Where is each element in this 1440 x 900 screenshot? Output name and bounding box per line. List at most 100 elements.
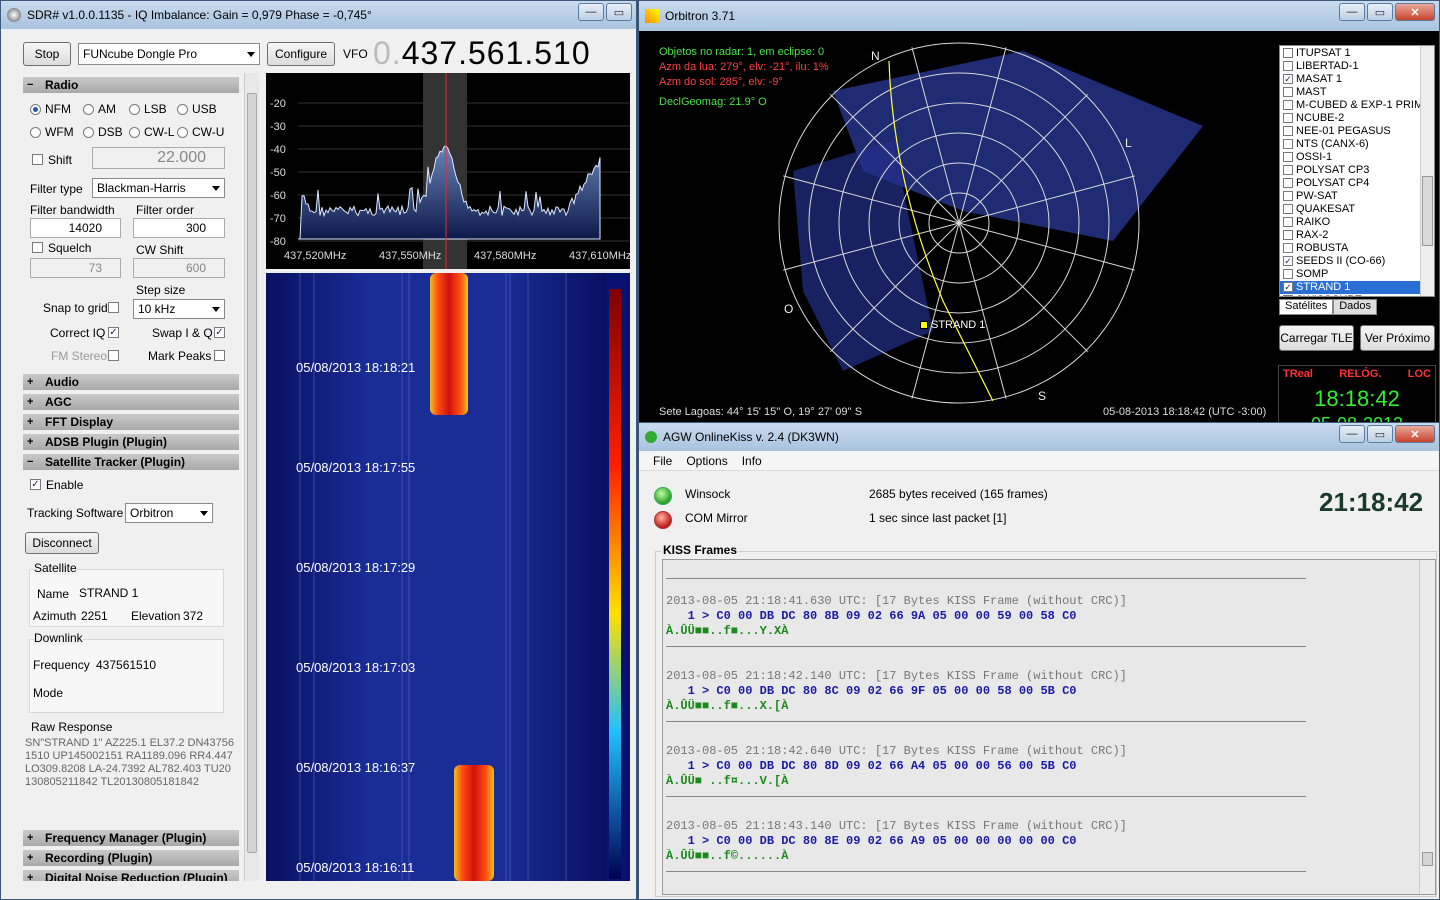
minimize-button[interactable]: — bbox=[578, 3, 604, 21]
maximize-button[interactable]: ▭ bbox=[606, 3, 632, 21]
satellite-checkbox[interactable] bbox=[1283, 243, 1293, 253]
satellite-checkbox[interactable] bbox=[1283, 113, 1293, 123]
mode-radio-lsb[interactable] bbox=[129, 104, 140, 115]
satellite-list-item[interactable]: ITUPSAT 1 bbox=[1280, 47, 1420, 60]
squelch-checkbox[interactable] bbox=[32, 242, 43, 253]
satellite-checkbox[interactable] bbox=[1283, 152, 1293, 162]
satellite-list-item[interactable]: RAX-2 bbox=[1280, 229, 1420, 242]
configure-button[interactable]: Configure bbox=[267, 42, 335, 66]
satellite-list-item[interactable]: M-CUBED & EXP-1 PRIM bbox=[1280, 99, 1420, 112]
kiss-frames-log[interactable]: 2013-08-05 21:18:41.630 UTC: [17 Bytes K… bbox=[662, 559, 1436, 895]
satellite-list-item[interactable]: SEEDS II (CO-66) bbox=[1280, 255, 1420, 268]
tab-satelites[interactable]: Satélites bbox=[1279, 299, 1334, 315]
satellite-list-item[interactable]: SOMP bbox=[1280, 268, 1420, 281]
satellite-list-item[interactable]: STRAND 1 bbox=[1280, 281, 1420, 294]
filter-bandwidth-input[interactable]: 14020 bbox=[30, 218, 121, 238]
mode-radio-cw-u[interactable] bbox=[177, 127, 188, 138]
satellite-checkbox[interactable] bbox=[1283, 178, 1293, 188]
stop-button[interactable]: Stop bbox=[23, 42, 71, 66]
squelch-input[interactable]: 73 bbox=[30, 258, 121, 278]
next-pass-button[interactable]: Ver Próximo bbox=[1360, 325, 1435, 351]
satellite-list-item[interactable]: RAIKO bbox=[1280, 216, 1420, 229]
section-audio[interactable]: + Audio bbox=[23, 374, 239, 390]
maximize-button[interactable]: ▭ bbox=[1367, 425, 1393, 443]
mark-peaks-checkbox[interactable] bbox=[214, 350, 225, 361]
section-frequency-manager-plugin-[interactable]: + Frequency Manager (Plugin) bbox=[23, 830, 239, 846]
section-agc[interactable]: + AGC bbox=[23, 394, 239, 410]
left-panel-scrollbar[interactable] bbox=[244, 73, 259, 881]
cw-shift-input[interactable]: 600 bbox=[133, 258, 225, 278]
satellite-list-item[interactable]: NTS (CANX-6) bbox=[1280, 138, 1420, 151]
waterfall-view[interactable]: 05/08/2013 18:18:21 05/08/2013 18:17:55 05… bbox=[266, 273, 630, 881]
relog-label[interactable]: RELÓG. bbox=[1339, 368, 1381, 380]
step-size-select[interactable]: 10 kHz bbox=[133, 299, 225, 319]
satellite-list-item[interactable]: LIBERTAD-1 bbox=[1280, 60, 1420, 73]
close-button[interactable]: ✕ bbox=[1395, 425, 1435, 443]
spectrum-view[interactable]: -20 -30 -40 -50 -60 -70 -80 437,520MHz 437,550MH… bbox=[266, 73, 631, 269]
satellite-checkbox[interactable] bbox=[1283, 126, 1293, 136]
section-digital-noise-reduction-plugin-[interactable]: + Digital Noise Reduction (Plugin) bbox=[23, 870, 239, 881]
satellite-list-scrollbar[interactable] bbox=[1420, 46, 1434, 296]
mode-radio-dsb[interactable] bbox=[83, 127, 94, 138]
shift-input[interactable]: 22.000 bbox=[92, 147, 225, 169]
enable-checkbox[interactable] bbox=[30, 479, 41, 490]
disconnect-button[interactable]: Disconnect bbox=[25, 532, 99, 554]
minimize-button[interactable]: — bbox=[1339, 425, 1365, 443]
satellite-checkbox[interactable] bbox=[1283, 87, 1293, 97]
satellite-list-item[interactable]: NCUBE-2 bbox=[1280, 112, 1420, 125]
minimize-button[interactable]: — bbox=[1339, 3, 1365, 21]
correct-iq-checkbox[interactable] bbox=[108, 327, 119, 338]
menu-file[interactable]: File bbox=[653, 454, 672, 468]
satellite-list-item[interactable]: MAST bbox=[1280, 86, 1420, 99]
fm-stereo-checkbox[interactable] bbox=[108, 350, 119, 361]
filter-order-input[interactable]: 300 bbox=[133, 218, 225, 238]
satellite-list[interactable]: ITUPSAT 1LIBERTAD-1MASAT 1MASTM-CUBED & … bbox=[1279, 45, 1435, 297]
satellite-checkbox[interactable] bbox=[1283, 256, 1293, 266]
tracking-software-select[interactable]: Orbitron bbox=[125, 503, 213, 523]
satellite-checkbox[interactable] bbox=[1283, 48, 1293, 58]
satellite-checkbox[interactable] bbox=[1283, 74, 1293, 84]
kiss-log-scrollbar[interactable] bbox=[1419, 560, 1435, 894]
satellite-list-item[interactable]: NEE-01 PEGASUS bbox=[1280, 125, 1420, 138]
loc-label[interactable]: LOC bbox=[1408, 368, 1431, 380]
section-recording-plugin-[interactable]: + Recording (Plugin) bbox=[23, 850, 239, 866]
tab-dados[interactable]: Dados bbox=[1333, 299, 1377, 315]
menu-info[interactable]: Info bbox=[742, 454, 762, 468]
satellite-checkbox[interactable] bbox=[1283, 100, 1293, 110]
satellite-list-item[interactable]: POLYSAT CP4 bbox=[1280, 177, 1420, 190]
maximize-button[interactable]: ▭ bbox=[1367, 3, 1393, 21]
satellite-checkbox[interactable] bbox=[1283, 230, 1293, 240]
satellite-checkbox[interactable] bbox=[1283, 282, 1293, 292]
satellite-list-item[interactable]: PW-SAT bbox=[1280, 190, 1420, 203]
sdr-titlebar[interactable]: SDR# v1.0.0.1135 - IQ Imbalance: Gain = … bbox=[1, 1, 636, 29]
satellite-checkbox[interactable] bbox=[1283, 295, 1293, 296]
satellite-tracker-header[interactable]: − Satellite Tracker (Plugin) bbox=[23, 454, 239, 470]
treal-label[interactable]: TReal bbox=[1283, 368, 1313, 380]
snap-to-grid-checkbox[interactable] bbox=[108, 302, 119, 313]
filter-type-select[interactable]: Blackman-Harris bbox=[92, 178, 225, 198]
mode-radio-cw-l[interactable] bbox=[129, 127, 140, 138]
satellite-checkbox[interactable] bbox=[1283, 165, 1293, 175]
satellite-marker[interactable] bbox=[920, 321, 928, 329]
close-button[interactable]: ✕ bbox=[1395, 3, 1435, 21]
orbitron-titlebar[interactable]: Orbitron 3.71 — ▭ ✕ bbox=[639, 1, 1439, 31]
satellite-checkbox[interactable] bbox=[1283, 217, 1293, 227]
radio-section-header[interactable]: − Radio bbox=[23, 77, 239, 93]
satellite-list-item[interactable]: POLYSAT CP3 bbox=[1280, 164, 1420, 177]
radar-view[interactable]: Objetos no radar: 1, em eclipse: 0 Azm da… bbox=[643, 31, 1273, 423]
satellite-checkbox[interactable] bbox=[1283, 139, 1293, 149]
satellite-checkbox[interactable] bbox=[1283, 269, 1293, 279]
swap-iq-checkbox[interactable] bbox=[214, 327, 225, 338]
device-select[interactable]: FUNcube Dongle Pro bbox=[78, 43, 260, 65]
satellite-list-item[interactable]: MASAT 1 bbox=[1280, 73, 1420, 86]
satellite-list-item[interactable]: OSSI-1 bbox=[1280, 151, 1420, 164]
load-tle-button[interactable]: Carregar TLE bbox=[1279, 325, 1354, 351]
section-adsb-plugin-plugin-[interactable]: + ADSB Plugin (Plugin) bbox=[23, 434, 239, 450]
menu-options[interactable]: Options bbox=[686, 454, 727, 468]
satellite-list-item[interactable]: SWISSCUBE bbox=[1280, 294, 1420, 296]
satellite-checkbox[interactable] bbox=[1283, 191, 1293, 201]
satellite-list-item[interactable]: QUAKESAT bbox=[1280, 203, 1420, 216]
shift-checkbox[interactable] bbox=[32, 154, 43, 165]
mode-radio-am[interactable] bbox=[83, 104, 94, 115]
mode-radio-nfm[interactable] bbox=[30, 104, 41, 115]
